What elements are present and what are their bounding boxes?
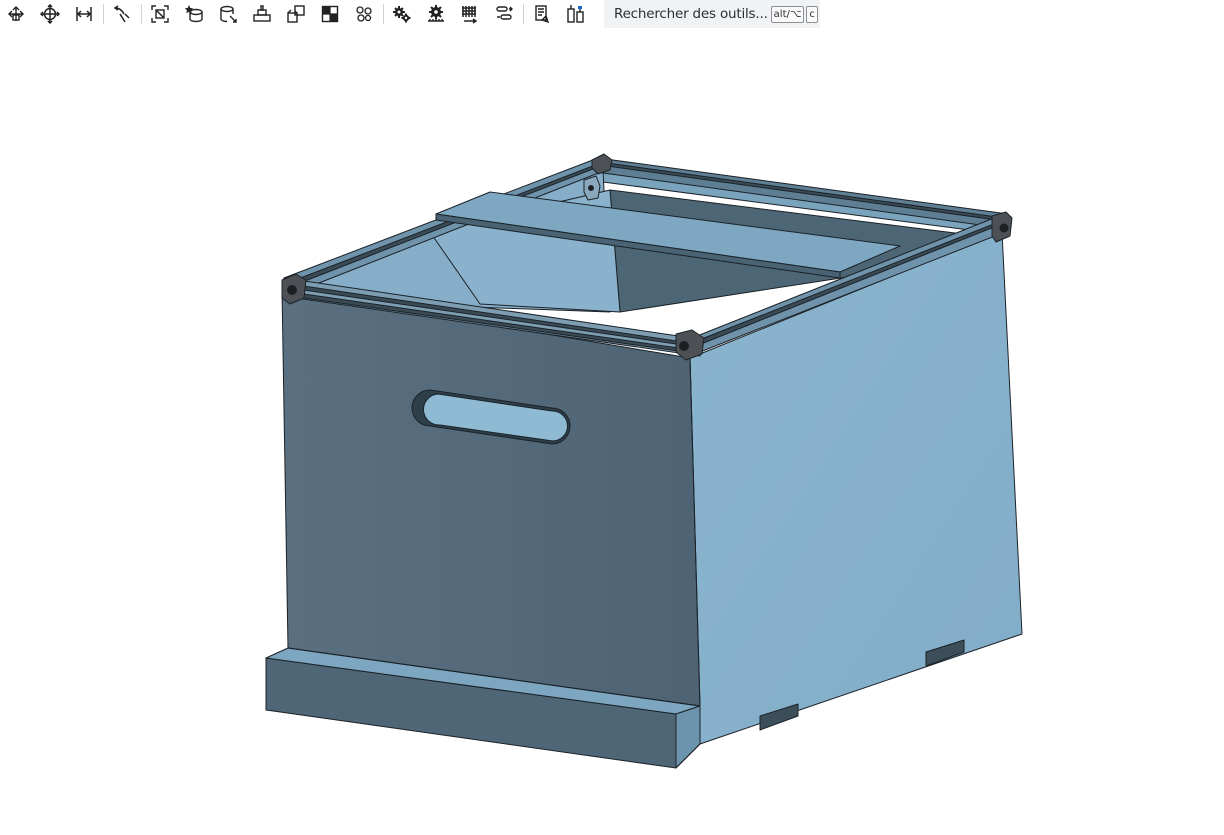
- move-icon: [40, 4, 60, 24]
- rack-pinion-icon: [428, 5, 444, 22]
- toolbar-separator: [523, 4, 524, 24]
- base-side-face: [675, 705, 701, 769]
- 3d-viewport[interactable]: [0, 30, 1224, 831]
- layout-icon: [321, 5, 339, 23]
- relation-icon: [113, 5, 130, 23]
- shortcut-key-c: c: [806, 5, 818, 23]
- tool-search-box[interactable]: Rechercher des outils... alt/⌥ c: [604, 0, 820, 28]
- mate-button[interactable]: [71, 1, 97, 27]
- layout-button[interactable]: [317, 1, 343, 27]
- transform-button[interactable]: [3, 1, 29, 27]
- explode-view-button[interactable]: [563, 1, 589, 27]
- rack-pinion-button[interactable]: [423, 1, 449, 27]
- cylinder-icon: [220, 5, 237, 23]
- search-placeholder: Rechercher des outils...: [614, 6, 768, 22]
- fastened-mate-icon: [253, 5, 271, 22]
- screw-relation-button[interactable]: [457, 1, 483, 27]
- group-button[interactable]: [283, 1, 309, 27]
- insert-part-icon: [184, 5, 203, 23]
- group-icon: [287, 5, 305, 23]
- side-panel: [689, 231, 1023, 745]
- explode-view-icon: [567, 5, 584, 23]
- cylinder-button[interactable]: [215, 1, 241, 27]
- insert-part-button[interactable]: [181, 1, 207, 27]
- front-panel: [281, 289, 701, 707]
- fastened-mate-button[interactable]: [249, 1, 275, 27]
- transform-icon: [8, 6, 24, 21]
- screw-relation-icon: [462, 6, 478, 24]
- pattern-button[interactable]: [351, 1, 377, 27]
- section-view-icon: [535, 5, 550, 24]
- model-canvas[interactable]: [0, 30, 1224, 831]
- fit-view-button[interactable]: [147, 1, 173, 27]
- toolbar-separator: [141, 4, 142, 24]
- shortcut-key-alt: alt/⌥: [770, 5, 805, 23]
- mate-icon: [76, 7, 92, 21]
- fit-view-icon: [151, 5, 169, 23]
- beehive-box-model[interactable]: [265, 153, 1023, 769]
- pattern-icon: [356, 6, 372, 22]
- toolbar: Rechercher des outils... alt/⌥ c: [0, 0, 1224, 30]
- toolbar-separator: [383, 4, 384, 24]
- section-view-button[interactable]: [529, 1, 555, 27]
- gear-relation-button[interactable]: [389, 1, 415, 27]
- move-button[interactable]: [37, 1, 63, 27]
- relation-button[interactable]: [109, 1, 135, 27]
- gear-relation-icon: [393, 6, 411, 23]
- linear-relation-icon: [496, 6, 513, 20]
- linear-relation-button[interactable]: [491, 1, 517, 27]
- toolbar-separator: [103, 4, 104, 24]
